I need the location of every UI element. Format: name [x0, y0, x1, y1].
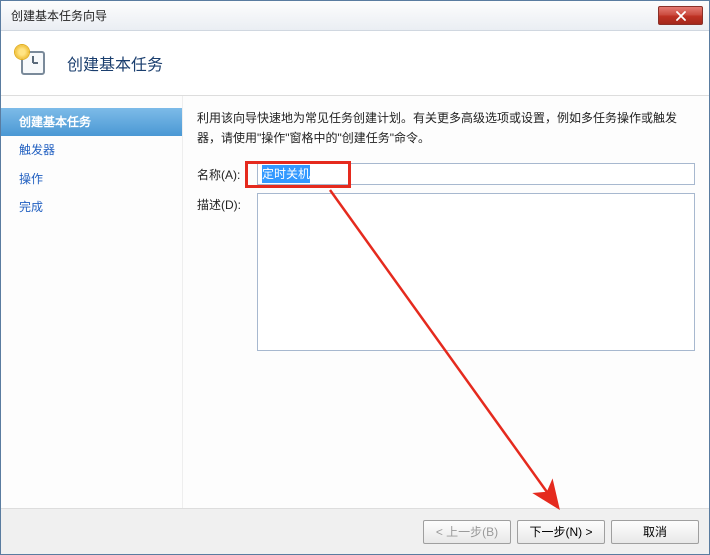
wizard-steps-sidebar: 创建基本任务 触发器 操作 完成 [1, 96, 183, 508]
sidebar-item-action[interactable]: 操作 [1, 165, 182, 193]
wizard-header: 创建基本任务 [1, 31, 709, 96]
cancel-button[interactable]: 取消 [611, 520, 699, 544]
back-button: < 上一步(B) [423, 520, 511, 544]
sidebar-item-finish[interactable]: 完成 [1, 193, 182, 221]
description-label: 描述(D): [197, 193, 257, 213]
close-icon [675, 11, 687, 21]
wizard-window: 创建基本任务向导 创建基本任务 创建基本任务 触发器 操作 完成 利用该向导快速… [0, 0, 710, 555]
titlebar: 创建基本任务向导 [1, 1, 709, 31]
window-title: 创建基本任务向导 [7, 7, 658, 24]
wizard-body: 创建基本任务 触发器 操作 完成 利用该向导快速地为常见任务创建计划。有关更多高… [1, 96, 709, 508]
next-button[interactable]: 下一步(N) > [517, 520, 605, 544]
description-row: 描述(D): [197, 193, 695, 351]
description-textarea[interactable] [257, 193, 695, 351]
wizard-content: 利用该向导快速地为常见任务创建计划。有关更多高级选项或设置，例如多任务操作或触发… [183, 96, 709, 508]
sidebar-item-create-task[interactable]: 创建基本任务 [1, 108, 182, 136]
instructions-text: 利用该向导快速地为常见任务创建计划。有关更多高级选项或设置，例如多任务操作或触发… [197, 108, 695, 149]
sidebar-item-trigger[interactable]: 触发器 [1, 136, 182, 164]
wizard-footer: < 上一步(B) 下一步(N) > 取消 [1, 508, 709, 554]
name-label: 名称(A): [197, 163, 257, 183]
name-value: 定时关机 [262, 165, 310, 183]
close-button[interactable] [658, 6, 703, 25]
task-scheduler-icon [17, 47, 49, 79]
name-row: 名称(A): 定时关机 [197, 163, 695, 185]
name-input[interactable]: 定时关机 [257, 163, 695, 185]
page-title: 创建基本任务 [67, 51, 163, 75]
